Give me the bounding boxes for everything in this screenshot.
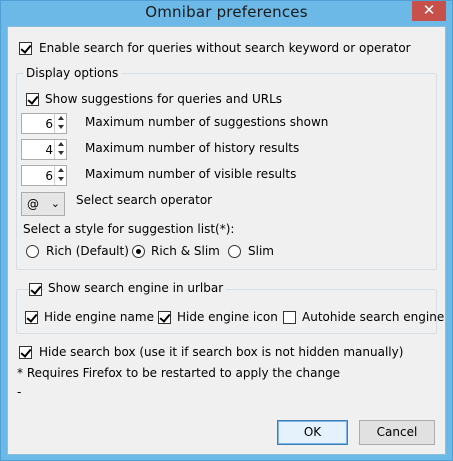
max-suggestions-spinner[interactable]: 6 bbox=[21, 113, 67, 134]
max-visible-label: Maximum number of visible results bbox=[85, 167, 297, 181]
autohide-engine-label[interactable]: Autohide search engine bbox=[302, 310, 444, 324]
spinner-arrows bbox=[54, 140, 66, 159]
chevron-down-icon[interactable]: ⌄ bbox=[51, 197, 60, 210]
style-radio-slim[interactable] bbox=[228, 245, 241, 258]
spin-up-icon[interactable] bbox=[55, 166, 66, 175]
style-label: Select a style for suggestion list(*): bbox=[23, 222, 235, 236]
window-title: Omnibar preferences bbox=[145, 3, 308, 21]
ok-button[interactable]: OK bbox=[277, 420, 348, 445]
show-suggestions-label[interactable]: Show suggestions for queries and URLs bbox=[45, 92, 282, 106]
style-option-slim[interactable]: Slim bbox=[248, 244, 274, 258]
style-option-rich-slim[interactable]: Rich & Slim bbox=[151, 244, 220, 258]
search-operator-value[interactable]: @ bbox=[27, 197, 39, 211]
spinner-arrows bbox=[54, 114, 66, 133]
autohide-engine-checkbox[interactable] bbox=[283, 311, 296, 324]
display-options-title: Display options bbox=[23, 66, 122, 80]
spin-up-icon[interactable] bbox=[55, 114, 66, 123]
restart-note: * Requires Firefox to be restarted to ap… bbox=[17, 366, 341, 380]
enable-search-label[interactable]: Enable search for queries without search… bbox=[39, 41, 411, 55]
style-radio-rich-slim[interactable] bbox=[132, 245, 145, 258]
hide-engine-name-label[interactable]: Hide engine name bbox=[44, 310, 154, 324]
max-history-label: Maximum number of history results bbox=[85, 141, 300, 155]
show-engine-checkbox[interactable] bbox=[29, 283, 42, 296]
title-bar[interactable]: Omnibar preferences ✕ bbox=[1, 1, 452, 25]
search-operator-select[interactable]: @ ⌄ bbox=[21, 192, 65, 216]
close-button[interactable]: ✕ bbox=[412, 1, 446, 21]
cancel-button[interactable]: Cancel bbox=[359, 420, 435, 445]
max-visible-spinner[interactable]: 6 bbox=[21, 165, 67, 186]
hide-engine-icon-label[interactable]: Hide engine icon bbox=[177, 310, 278, 324]
max-history-spinner[interactable]: 4 bbox=[21, 139, 67, 160]
dash-text: - bbox=[17, 385, 22, 399]
search-operator-label: Select search operator bbox=[76, 193, 213, 207]
hide-engine-name-checkbox[interactable] bbox=[25, 311, 38, 324]
hide-engine-icon-checkbox[interactable] bbox=[158, 311, 171, 324]
show-engine-label[interactable]: Show search engine in urlbar bbox=[45, 281, 227, 295]
enable-search-checkbox[interactable] bbox=[19, 42, 32, 55]
spin-down-icon[interactable] bbox=[55, 175, 66, 184]
spin-up-icon[interactable] bbox=[55, 140, 66, 149]
spinner-arrows bbox=[54, 166, 66, 185]
show-suggestions-checkbox[interactable] bbox=[26, 93, 39, 106]
dialog-body: Enable search for queries without search… bbox=[7, 26, 446, 455]
style-radio-rich-default[interactable] bbox=[26, 245, 39, 258]
preferences-window: Omnibar preferences ✕ Enable search for … bbox=[0, 0, 453, 461]
spin-down-icon[interactable] bbox=[55, 149, 66, 158]
max-visible-value[interactable]: 6 bbox=[45, 169, 53, 183]
hide-search-box-checkbox[interactable] bbox=[19, 346, 32, 359]
spin-down-icon[interactable] bbox=[55, 123, 66, 132]
hide-search-box-label[interactable]: Hide search box (use it if search box is… bbox=[39, 345, 403, 359]
max-suggestions-label: Maximum number of suggestions shown bbox=[85, 115, 329, 129]
max-suggestions-value[interactable]: 6 bbox=[45, 117, 53, 131]
close-icon: ✕ bbox=[422, 1, 436, 19]
style-option-rich-default[interactable]: Rich (Default) bbox=[46, 244, 129, 258]
max-history-value[interactable]: 4 bbox=[45, 143, 53, 157]
